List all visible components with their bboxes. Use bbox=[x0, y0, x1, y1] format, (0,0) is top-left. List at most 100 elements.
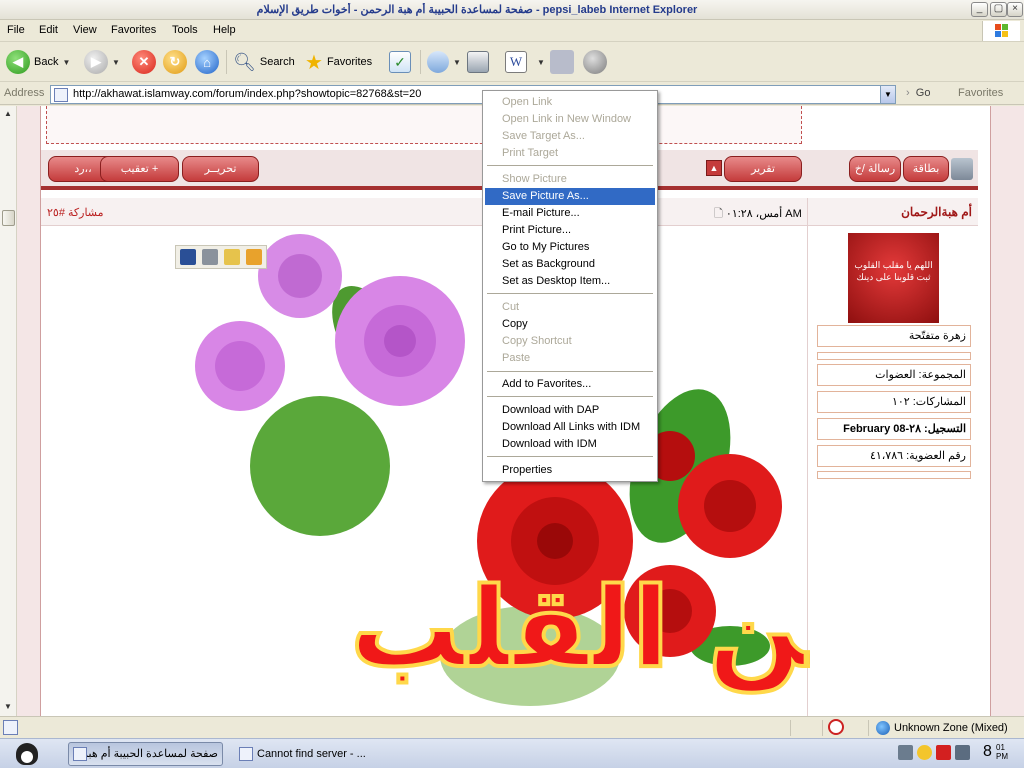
document-icon: 🗋︎ bbox=[714, 208, 723, 220]
edit-post-button[interactable]: تحريــر bbox=[182, 156, 259, 182]
address-input[interactable]: http://akhawat.islamway.com/forum/index.… bbox=[50, 85, 896, 104]
ctx-go-to-my-pictures[interactable]: Go to My Pictures bbox=[485, 239, 655, 256]
clock-hour: 8 bbox=[983, 743, 992, 760]
messenger-button[interactable] bbox=[583, 49, 607, 75]
menu-favorites[interactable]: Favorites bbox=[111, 24, 156, 36]
taskbar-item-forum[interactable]: صفحة لمساعدة الحبيبة أم هبة... bbox=[68, 742, 223, 766]
network-icon[interactable] bbox=[898, 745, 913, 760]
mail-button[interactable]: ▼ bbox=[427, 49, 461, 75]
search-button[interactable]: 🔍︎ Search bbox=[233, 49, 295, 75]
page-right-border bbox=[990, 106, 1024, 716]
history-button[interactable]: ✓ bbox=[389, 49, 411, 75]
scroll-thumb[interactable] bbox=[2, 210, 15, 226]
security-zone[interactable]: Unknown Zone (Mixed) bbox=[876, 721, 1008, 735]
address-dropdown-icon[interactable]: ▼ bbox=[880, 86, 895, 103]
back-dropdown-icon[interactable]: ▼ bbox=[62, 58, 70, 67]
history-icon: ✓ bbox=[389, 51, 411, 73]
calligraphy-text: من القلب bbox=[350, 564, 810, 693]
home-button[interactable]: ⌂ bbox=[195, 49, 219, 75]
profile-card-button[interactable]: بطاقة bbox=[903, 156, 949, 182]
scroll-down-icon[interactable]: ▼ bbox=[4, 702, 12, 711]
status-divider bbox=[868, 720, 869, 736]
email-image-icon[interactable] bbox=[224, 249, 240, 265]
monitor-icon[interactable] bbox=[955, 745, 970, 760]
context-menu: Open Link Open Link in New Window Save T… bbox=[482, 90, 658, 482]
ctx-download-with-dap[interactable]: Download with DAP bbox=[485, 402, 655, 419]
ctx-set-as-desktop-item[interactable]: Set as Desktop Item... bbox=[485, 273, 655, 290]
menu-edit[interactable]: Edit bbox=[39, 24, 58, 36]
report-button[interactable]: تقرير bbox=[724, 156, 802, 182]
ctx-download-all-links-idm[interactable]: Download All Links with IDM bbox=[485, 419, 655, 436]
save-image-icon[interactable] bbox=[180, 249, 196, 265]
ctx-show-picture[interactable]: Show Picture bbox=[485, 171, 655, 188]
tux-start-icon[interactable] bbox=[16, 743, 38, 765]
go-button[interactable]: › Go bbox=[906, 87, 930, 99]
my-pictures-icon[interactable] bbox=[246, 249, 262, 265]
ctx-cut[interactable]: Cut bbox=[485, 299, 655, 316]
links-label[interactable]: Favorites bbox=[958, 87, 1003, 99]
stop-icon: ✕ bbox=[132, 50, 156, 74]
forward-button[interactable]: ▶ ▼ bbox=[84, 49, 120, 75]
menu-tools[interactable]: Tools bbox=[172, 24, 198, 36]
discuss-button[interactable] bbox=[550, 49, 574, 75]
system-tray bbox=[898, 745, 970, 760]
menu-bar: File Edit View Favorites Tools Help bbox=[0, 20, 1024, 42]
minimize-button[interactable]: _ bbox=[971, 2, 988, 17]
favorites-button[interactable]: ★ Favorites bbox=[305, 49, 372, 75]
discuss-icon bbox=[550, 50, 574, 74]
ctx-separator bbox=[487, 396, 653, 397]
ie-page-icon bbox=[73, 747, 87, 761]
menu-help[interactable]: Help bbox=[213, 24, 236, 36]
back-button[interactable]: ◀ Back ▼ bbox=[6, 49, 70, 75]
ctx-open-link[interactable]: Open Link bbox=[485, 94, 655, 111]
ctx-print-target[interactable]: Print Target bbox=[485, 145, 655, 162]
user-title: زهرة متفتّحة bbox=[817, 325, 971, 347]
print-image-icon[interactable] bbox=[202, 249, 218, 265]
ctx-paste[interactable]: Paste bbox=[485, 350, 655, 367]
ctx-set-as-background[interactable]: Set as Background bbox=[485, 256, 655, 273]
back-label: Back bbox=[34, 56, 59, 68]
popup-blocked-icon[interactable] bbox=[828, 719, 844, 735]
page-status-icon bbox=[3, 720, 18, 735]
clock-minutes[interactable]: 01 PM bbox=[996, 743, 1008, 761]
forward-dropdown-icon[interactable]: ▼ bbox=[112, 58, 120, 67]
restore-button[interactable]: ▢ bbox=[990, 2, 1007, 17]
edit-button[interactable]: W ▼ bbox=[505, 49, 545, 75]
clock-min: 01 bbox=[996, 743, 1005, 752]
quote-button[interactable]: تعقيب + bbox=[100, 156, 179, 182]
ctx-copy-shortcut[interactable]: Copy Shortcut bbox=[485, 333, 655, 350]
post-number[interactable]: مشاركة #٢٥ bbox=[47, 206, 104, 219]
toolbar-separator bbox=[226, 50, 227, 74]
taskbar-item-error[interactable]: Cannot find server - ... bbox=[234, 742, 394, 766]
ctx-add-to-favorites[interactable]: Add to Favorites... bbox=[485, 376, 655, 393]
scroll-up-icon[interactable]: ▲ bbox=[4, 109, 12, 118]
antivirus-icon[interactable] bbox=[936, 745, 951, 760]
edit-dropdown-icon[interactable]: ▼ bbox=[537, 58, 545, 67]
ctx-print-picture[interactable]: Print Picture... bbox=[485, 222, 655, 239]
ctx-save-target-as[interactable]: Save Target As... bbox=[485, 128, 655, 145]
window-title-bar[interactable]: صفحة لمساعدة الحبيبة أم هبة الرحمن - أخو… bbox=[0, 0, 1024, 20]
ctx-save-picture-as[interactable]: Save Picture As... bbox=[485, 188, 655, 205]
search-icon: 🔍︎ bbox=[233, 51, 256, 72]
pm-button[interactable]: رسالة /خ bbox=[849, 156, 901, 182]
close-button[interactable]: × bbox=[1007, 2, 1023, 17]
refresh-button[interactable]: ↻ bbox=[163, 49, 187, 75]
go-label: Go bbox=[915, 87, 931, 99]
user-joined: التسجيل: ٢٨-February 08 bbox=[817, 418, 971, 440]
menu-view[interactable]: View bbox=[73, 24, 97, 36]
scroll-top-icon[interactable]: ▲ bbox=[706, 160, 722, 176]
address-label: Address bbox=[4, 87, 45, 99]
ctx-copy[interactable]: Copy bbox=[485, 316, 655, 333]
vertical-scrollbar[interactable]: ▲ ▼ bbox=[0, 106, 17, 716]
smiley-icon[interactable] bbox=[917, 745, 932, 760]
print-button[interactable] bbox=[467, 49, 489, 75]
post-author[interactable]: أم هبةالرحمان bbox=[901, 205, 972, 219]
ctx-open-link-new-window[interactable]: Open Link in New Window bbox=[485, 111, 655, 128]
ctx-properties[interactable]: Properties bbox=[485, 462, 655, 479]
ctx-download-with-idm[interactable]: Download with IDM bbox=[485, 436, 655, 453]
ctx-email-picture[interactable]: E-mail Picture... bbox=[485, 205, 655, 222]
stop-button[interactable]: ✕ bbox=[132, 49, 156, 75]
mail-dropdown-icon[interactable]: ▼ bbox=[453, 58, 461, 67]
menu-file[interactable]: File bbox=[7, 24, 25, 36]
page-left-border bbox=[17, 106, 41, 716]
